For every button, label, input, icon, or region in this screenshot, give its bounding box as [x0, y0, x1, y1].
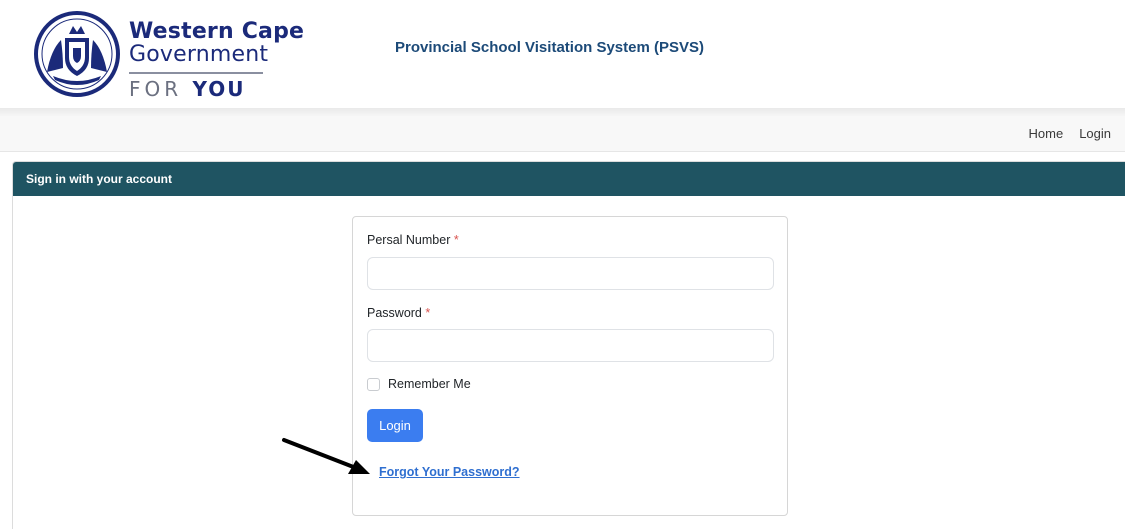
- logo-you-text: YOU: [192, 77, 246, 101]
- persal-number-label-text: Persal Number: [367, 233, 451, 247]
- login-form: Persal Number * Password * Remember Me L…: [352, 216, 788, 516]
- persal-number-input[interactable]: [367, 257, 774, 290]
- nav-login-link[interactable]: Login: [1079, 126, 1111, 141]
- logo-divider: [129, 72, 263, 74]
- western-cape-government-logo[interactable]: Western Cape Government FOR YOU: [33, 10, 304, 101]
- site-header: Western Cape Government FOR YOU Provinci…: [0, 0, 1125, 108]
- password-input[interactable]: [367, 329, 774, 362]
- logo-line-western-cape: Western Cape: [129, 19, 305, 44]
- logo-line-government: Government: [129, 42, 269, 67]
- top-navbar: Home Login: [0, 116, 1125, 152]
- logo-tagline: FOR YOU: [129, 77, 246, 101]
- card-header-title: Sign in with your account: [13, 162, 1125, 196]
- required-marker: *: [425, 306, 431, 320]
- header-shadow: [0, 108, 1125, 116]
- remember-me-label[interactable]: Remember Me: [388, 377, 471, 391]
- logo-for-text: FOR: [129, 77, 193, 101]
- remember-me-row[interactable]: Remember Me: [367, 377, 471, 391]
- site-title: Provincial School Visitation System (PSV…: [395, 39, 704, 56]
- arrow-icon: [282, 438, 370, 474]
- coat-of-arms-icon: [34, 11, 120, 97]
- forgot-password-link[interactable]: Forgot Your Password?: [379, 465, 520, 479]
- password-label: Password *: [367, 306, 430, 320]
- persal-number-label: Persal Number *: [367, 233, 459, 247]
- nav-links: Home Login: [1029, 126, 1112, 141]
- required-marker: *: [453, 233, 459, 247]
- password-label-text: Password: [367, 306, 422, 320]
- remember-me-checkbox[interactable]: [367, 377, 380, 391]
- nav-home-link[interactable]: Home: [1029, 126, 1064, 141]
